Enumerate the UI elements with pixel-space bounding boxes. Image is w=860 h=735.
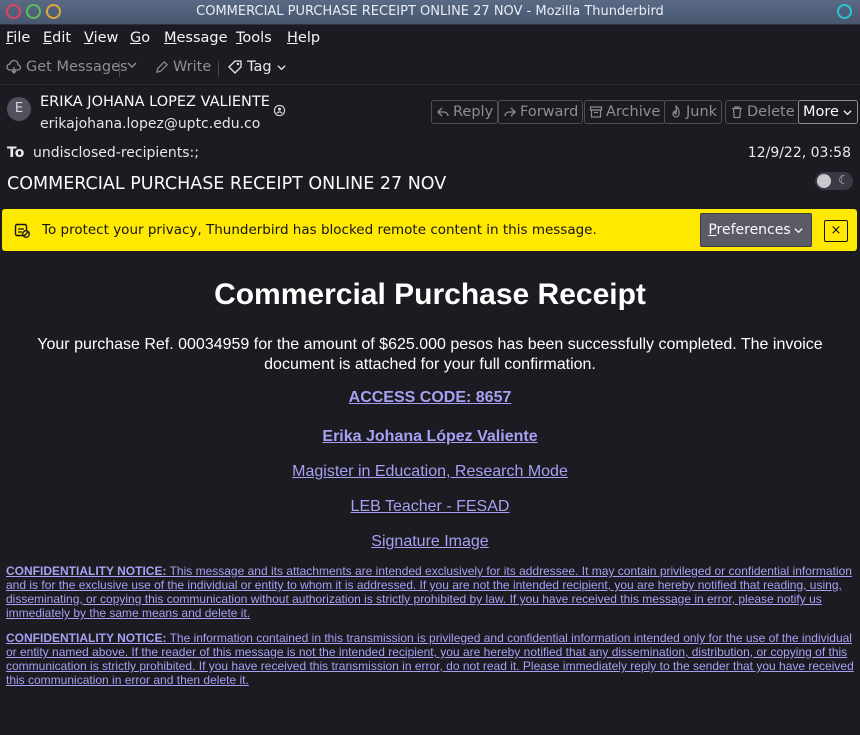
moon-icon: ☾ xyxy=(838,173,849,187)
signer-title-link[interactable]: Magister in Education, Research Mode xyxy=(0,463,860,481)
confidentiality-notice-1[interactable]: CONFIDENTIALITY NOTICE: This message and… xyxy=(6,564,854,620)
signature-image-link[interactable]: Signature Image xyxy=(0,533,860,551)
message-body: Commercial Purchase Receipt Your purchas… xyxy=(0,251,860,735)
write-label: Write xyxy=(173,59,212,75)
to-recipients[interactable]: undisclosed-recipients:; xyxy=(33,145,199,161)
receipt-title: Commercial Purchase Receipt xyxy=(214,278,646,311)
blocked-content-icon xyxy=(14,223,30,238)
menu-help[interactable]: Help xyxy=(287,30,320,46)
chevron-down-icon xyxy=(843,109,852,115)
menu-bar: File Edit View Go Message Tools Help xyxy=(0,25,860,53)
menu-go[interactable]: Go xyxy=(130,30,150,46)
menu-file[interactable]: File xyxy=(6,30,30,46)
write-button[interactable]: Write xyxy=(154,59,211,75)
get-messages-dropdown[interactable] xyxy=(126,59,138,71)
delete-label: Delete xyxy=(747,104,795,120)
window-titlebar: COMMERCIAL PURCHASE RECEIPT ONLINE 27 NO… xyxy=(0,0,860,25)
window-title: COMMERCIAL PURCHASE RECEIPT ONLINE 27 NO… xyxy=(196,4,664,19)
get-messages-button[interactable]: Get Messages xyxy=(6,59,128,75)
delete-button[interactable]: Delete xyxy=(725,100,800,124)
main-toolbar: Get Messages Write Tag xyxy=(0,53,860,85)
pencil-icon xyxy=(155,60,168,73)
chevron-down-icon xyxy=(794,227,803,233)
reply-button[interactable]: Reply xyxy=(431,100,499,124)
forward-icon xyxy=(504,107,516,117)
sender-avatar: E xyxy=(7,97,31,121)
junk-label: Junk xyxy=(686,104,718,120)
access-code-link[interactable]: ACCESS CODE: 8657 xyxy=(0,389,860,407)
signer-name-link[interactable]: Erika Johana López Valiente xyxy=(0,428,860,446)
message-date: 12/9/22, 03:58 xyxy=(747,145,851,161)
cloud-download-icon xyxy=(6,59,22,74)
forward-label: Forward xyxy=(520,104,579,120)
tag-icon xyxy=(228,60,242,74)
tag-button[interactable]: Tag xyxy=(227,59,287,75)
more-label: More xyxy=(803,104,839,120)
junk-button[interactable]: Junk xyxy=(664,100,723,124)
menu-view[interactable]: View xyxy=(84,30,118,46)
message-header: E ERIKA JOHANA LOPEZ VALIENTE erikajohan… xyxy=(0,86,860,209)
archive-button[interactable]: Archive xyxy=(584,100,666,124)
tag-label: Tag xyxy=(247,59,272,75)
menu-tools[interactable]: Tools xyxy=(236,30,272,46)
toolbar-divider xyxy=(218,61,219,77)
close-notification-button[interactable]: × xyxy=(824,220,848,242)
sender-name[interactable]: ERIKA JOHANA LOPEZ VALIENTE xyxy=(40,94,270,110)
message-subject: COMMERCIAL PURCHASE RECEIPT ONLINE 27 NO… xyxy=(7,174,447,194)
trash-icon xyxy=(732,106,742,119)
reply-icon xyxy=(437,107,449,117)
toolbar-divider xyxy=(119,61,120,77)
receipt-paragraph: Your purchase Ref. 00034959 for the amou… xyxy=(37,336,823,373)
preferences-label: Preferences xyxy=(708,222,791,238)
chevron-down-icon xyxy=(276,64,286,70)
get-messages-label: Get Messages xyxy=(26,59,128,75)
dark-mode-toggle[interactable]: ☾ xyxy=(815,172,853,190)
confidentiality-notice-2[interactable]: CONFIDENTIALITY NOTICE: The information … xyxy=(6,631,854,687)
to-label: To xyxy=(7,145,25,161)
address-book-icon[interactable] xyxy=(273,104,286,117)
remote-content-notification: To protect your privacy, Thunderbird has… xyxy=(2,209,857,251)
sender-email[interactable]: erikajohana.lopez@uptc.edu.co xyxy=(40,116,260,132)
notification-text: To protect your privacy, Thunderbird has… xyxy=(42,222,597,238)
archive-icon xyxy=(589,106,603,118)
more-button[interactable]: More xyxy=(798,100,858,124)
menu-message[interactable]: Message xyxy=(164,30,228,46)
chevron-down-icon xyxy=(127,62,137,68)
toggle-knob xyxy=(817,174,831,188)
signer-role-link[interactable]: LEB Teacher - FESAD xyxy=(0,498,860,516)
menu-edit[interactable]: Edit xyxy=(43,30,71,46)
preferences-button[interactable]: Preferences xyxy=(700,213,812,247)
flame-icon xyxy=(672,105,680,118)
archive-label: Archive xyxy=(606,104,661,120)
forward-button[interactable]: Forward xyxy=(498,100,584,124)
keep-above-button[interactable] xyxy=(837,4,852,19)
reply-label: Reply xyxy=(453,104,494,120)
